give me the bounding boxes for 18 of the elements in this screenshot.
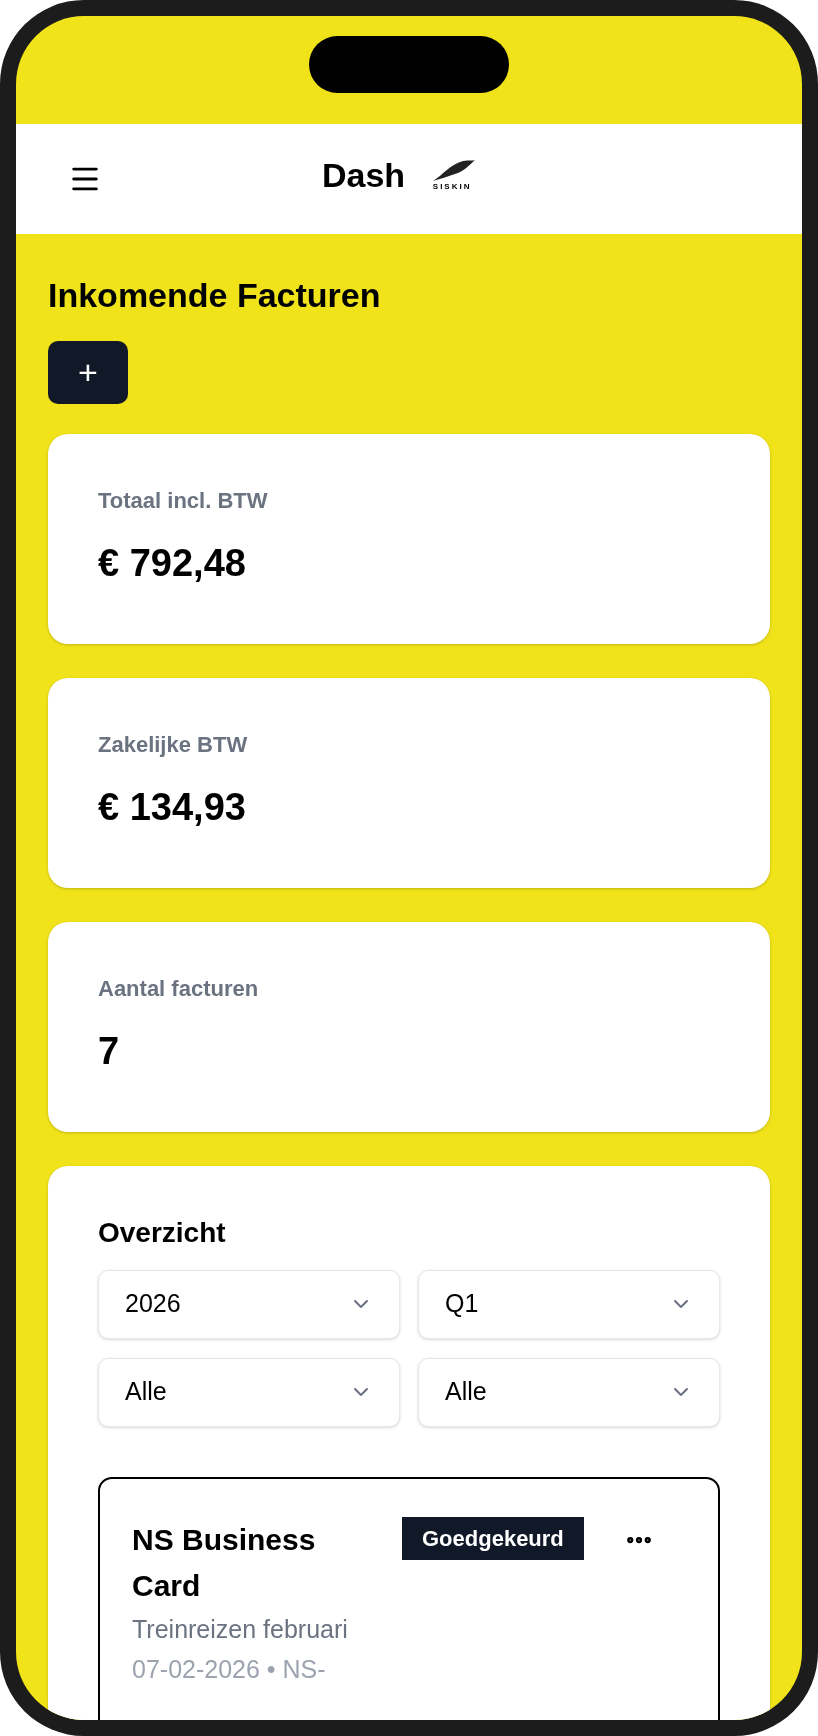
filter-select[interactable]: Q1: [418, 1269, 720, 1339]
overview-title: Overzicht: [98, 1215, 227, 1250]
stat-label: Aantal facturen: [98, 974, 260, 1003]
app-title: Dash: [322, 158, 406, 192]
page-title: Inkomende Facturen: [48, 275, 382, 316]
status-badge: Goedgekeurd: [402, 1516, 584, 1560]
stat-label: Totaal incl. BTW: [98, 486, 269, 515]
invoice-meta: 07-02-2026 • NS-: [132, 1653, 327, 1685]
stat-value: € 134,93: [98, 784, 247, 830]
stat-value: € 792,48: [98, 540, 247, 586]
stat-value: 7: [98, 1028, 121, 1074]
add-button[interactable]: +: [48, 340, 128, 404]
invoice-name: NS Business Card: [132, 1521, 317, 1604]
invoice-description: Treinreizen februari: [132, 1613, 349, 1645]
filter-select[interactable]: Alle: [418, 1357, 720, 1427]
stat-label: Zakelijke BTW: [98, 730, 249, 759]
filter-select[interactable]: 2026: [98, 1269, 400, 1339]
filter-select[interactable]: Alle: [98, 1357, 400, 1427]
